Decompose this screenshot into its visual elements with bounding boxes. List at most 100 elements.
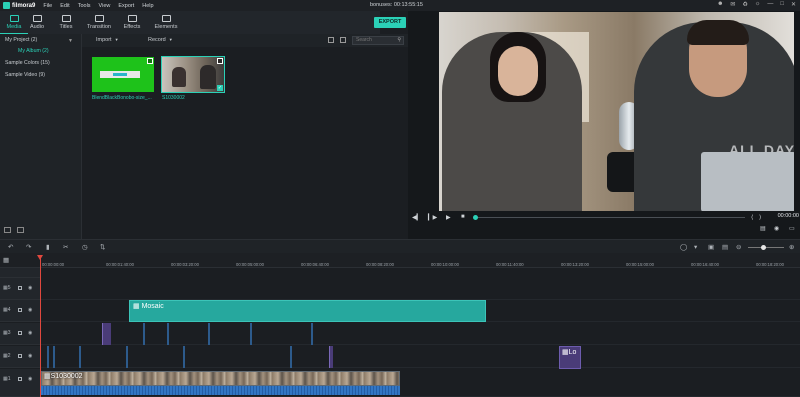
play-forward-icon[interactable]: ▶ <box>446 214 451 221</box>
timeline-marker[interactable] <box>250 323 252 345</box>
play-icon[interactable]: ▎▶ <box>428 214 437 221</box>
voiceover-icon[interactable]: ▣ <box>708 243 714 251</box>
new-folder-icon[interactable] <box>4 227 11 233</box>
menu-view[interactable]: View <box>99 3 111 9</box>
timeline-marker[interactable] <box>208 323 210 345</box>
message-icon[interactable]: ☼ <box>755 1 761 8</box>
mosaic-effect-clip[interactable]: ▦ Mosaic <box>129 300 486 322</box>
mark-in-icon[interactable]: ⟨ <box>751 214 753 221</box>
menu-file[interactable]: File <box>43 3 52 9</box>
timeline-playhead[interactable] <box>37 255 43 397</box>
timeline-marker[interactable] <box>311 323 313 345</box>
folder-icon[interactable] <box>17 227 24 233</box>
zoom-slider-handle[interactable] <box>761 245 766 250</box>
speed-icon[interactable]: ◷ <box>82 243 88 251</box>
tab-elements[interactable]: Elements <box>152 15 180 30</box>
import-dropdown[interactable]: Import ▼ <box>96 37 119 43</box>
zoom-slider[interactable] <box>748 247 784 248</box>
render-icon[interactable]: ▤ <box>760 225 766 232</box>
tab-audio[interactable]: Audio <box>23 15 51 30</box>
scrubber-handle[interactable] <box>473 215 478 220</box>
track-header-spacer <box>0 268 40 278</box>
timeline-ruler[interactable]: ▦ 00:00:00:00 00:00:01:40:00 00:00:03:20… <box>0 253 800 268</box>
preview-video[interactable]: ALL DAY <box>439 12 794 211</box>
delete-icon[interactable]: ▮ <box>46 243 50 251</box>
track-number: ▦3 <box>3 330 11 336</box>
media-folder-icon <box>9 15 19 22</box>
shield-icon[interactable]: ◯ <box>680 243 687 251</box>
redo-icon[interactable]: ↷ <box>26 243 31 251</box>
mic-icon[interactable]: ▾ <box>694 243 697 251</box>
sidebar-item-my-album[interactable]: My Album (2) <box>18 48 49 54</box>
display-icon[interactable]: ▭ <box>789 225 795 232</box>
track-number-value: 3 <box>7 330 11 336</box>
timeline-marker[interactable] <box>167 323 169 345</box>
zoom-in-icon[interactable]: ⊕ <box>789 243 794 251</box>
menu-help[interactable]: Help <box>142 3 153 9</box>
export-button[interactable]: EXPORT <box>374 17 406 28</box>
timeline-marker[interactable] <box>143 323 145 345</box>
minimize-icon[interactable]: — <box>767 1 773 8</box>
track-number-value: 5 <box>7 285 11 291</box>
ruler-tick: 00:00:03:20:00 <box>171 262 199 267</box>
split-icon[interactable]: ▤ <box>722 243 728 251</box>
grid-view-icon[interactable] <box>340 37 346 43</box>
timeline-marker[interactable] <box>183 346 185 368</box>
title-clip[interactable]: ▦Lo <box>559 346 581 369</box>
tab-transition[interactable]: Transition <box>85 15 113 30</box>
zoom-out-icon[interactable]: ⊖ <box>736 243 741 251</box>
mark-out-icon[interactable]: ⟩ <box>759 214 761 221</box>
hair <box>687 20 749 45</box>
cut-icon[interactable]: ✂ <box>63 243 68 251</box>
video-clip[interactable]: ▦S1030002 <box>41 371 400 386</box>
timeline-marker[interactable] <box>47 346 49 368</box>
tab-effects[interactable]: Effects <box>118 15 146 30</box>
timeline-marker[interactable] <box>290 346 292 368</box>
chevron-down-icon[interactable]: ▼ <box>68 38 73 44</box>
step-back-icon[interactable]: ◀▎ <box>412 214 421 221</box>
preview-scrubber[interactable] <box>473 215 745 220</box>
eye-icon[interactable]: ◉ <box>28 353 32 359</box>
eye-icon[interactable]: ◉ <box>28 307 32 313</box>
lock-icon[interactable] <box>18 331 22 335</box>
sidebar-item-sample-colors[interactable]: Sample Colors (15) <box>5 60 50 66</box>
record-dropdown[interactable]: Record ▼ <box>148 37 173 43</box>
cart-icon[interactable]: ♻ <box>742 1 747 8</box>
stop-icon[interactable]: ■ <box>461 214 465 220</box>
eye-icon[interactable]: ◉ <box>28 330 32 336</box>
timeline-marker[interactable] <box>79 346 81 368</box>
eye-icon[interactable]: ◉ <box>28 285 32 291</box>
tab-titles[interactable]: Titles <box>52 15 80 30</box>
track-row-5[interactable] <box>40 278 800 300</box>
notification-icon[interactable]: ✉ <box>730 1 735 8</box>
lock-icon[interactable] <box>18 286 22 290</box>
maximize-icon[interactable]: □ <box>780 1 784 8</box>
menu-tools[interactable]: Tools <box>78 3 91 9</box>
add-track-icon[interactable]: ▦ <box>3 256 9 264</box>
lock-icon[interactable] <box>18 308 22 312</box>
account-icon[interactable]: ☻ <box>717 1 723 8</box>
media-thumbnail[interactable] <box>92 57 154 92</box>
lock-icon[interactable] <box>18 354 22 358</box>
timeline-clip[interactable] <box>329 346 333 368</box>
search-icon[interactable]: ⚲ <box>397 37 401 44</box>
timeline-clip[interactable] <box>102 323 111 345</box>
undo-icon[interactable]: ↶ <box>8 243 13 251</box>
media-thumbnail[interactable]: ✓ <box>161 56 225 93</box>
sidebar-item-sample-video[interactable]: Sample Video (9) <box>5 72 45 78</box>
timeline-marker[interactable] <box>53 346 55 368</box>
snapshot-icon[interactable]: ◉ <box>774 225 779 232</box>
audio-adjust-icon[interactable]: ⇅ <box>100 243 105 251</box>
timeline-marker[interactable] <box>126 346 128 368</box>
lock-icon[interactable] <box>18 377 22 381</box>
eye-icon[interactable]: ◉ <box>28 376 32 382</box>
menu-edit[interactable]: Edit <box>60 3 69 9</box>
filter-icon[interactable] <box>328 37 334 43</box>
menu-export[interactable]: Export <box>118 3 134 9</box>
track-row-2[interactable] <box>40 346 800 368</box>
sidebar-item-my-project[interactable]: My Project (2) <box>5 37 37 43</box>
track-row-3[interactable] <box>40 323 800 345</box>
search-input[interactable]: Search ⚲ <box>352 36 404 45</box>
audio-waveform[interactable] <box>41 386 400 395</box>
close-icon[interactable]: ✕ <box>791 1 796 8</box>
